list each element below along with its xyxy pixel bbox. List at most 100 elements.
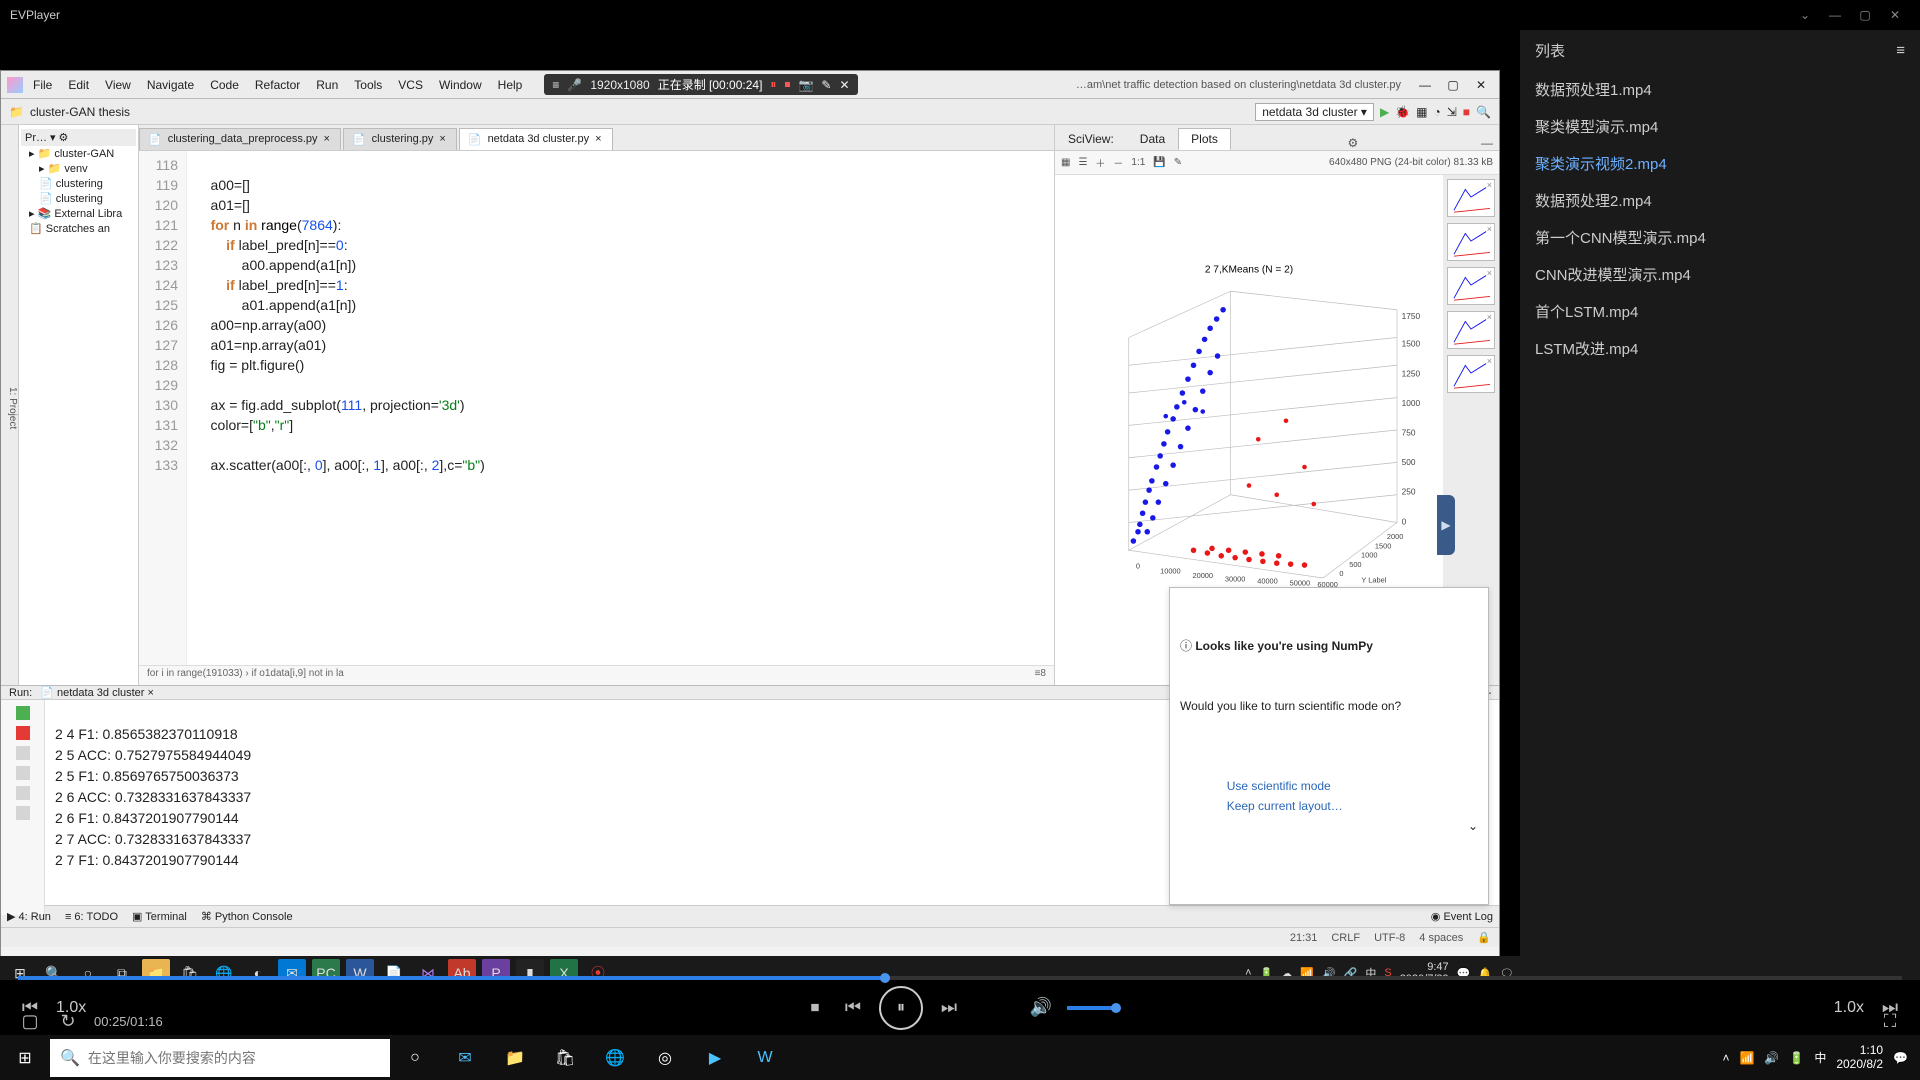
project-breadcrumb[interactable]: cluster-GAN thesis <box>30 105 130 119</box>
windows-start-icon[interactable]: ⊞ <box>0 1035 50 1080</box>
caret-position[interactable]: 21:31 <box>1290 932 1318 944</box>
window-icon[interactable]: ▢ <box>18 1009 42 1033</box>
fullscreen-icon[interactable]: ⛶ <box>1878 1009 1902 1033</box>
stop-icon[interactable]: ■ <box>1463 105 1470 119</box>
plot-thumbnail[interactable]: × <box>1447 267 1495 305</box>
stop-record-icon[interactable]: ⏹ <box>784 77 790 92</box>
search-icon[interactable]: 🔍 <box>1476 105 1491 119</box>
grid-icon[interactable]: ▦ <box>1061 157 1070 168</box>
tray-expand-icon[interactable]: ˄ <box>1722 1051 1729 1065</box>
overlay-close-icon[interactable]: ✕ <box>839 78 849 92</box>
file-encoding[interactable]: UTF-8 <box>1374 932 1405 944</box>
zoom-fit-icon[interactable]: 1:1 <box>1131 157 1145 168</box>
wifi-icon[interactable]: 📶 <box>1739 1051 1754 1065</box>
playlist-item[interactable]: 数据预处理1.mp4 <box>1520 71 1920 108</box>
battery-icon[interactable]: 🔋 <box>1789 1051 1804 1065</box>
tree-node[interactable]: ▸ 📚 External Libra <box>21 206 136 221</box>
chevron-down-icon[interactable]: ⌄ <box>1468 816 1478 836</box>
plot-thumbnail[interactable]: × <box>1447 355 1495 393</box>
menu-view[interactable]: View <box>99 78 137 92</box>
code-content[interactable]: a00=[] a01=[] for n in range(7864): if l… <box>187 151 1054 665</box>
plot-thumbnail[interactable]: × <box>1447 311 1495 349</box>
panel-expand-handle[interactable]: ▶ <box>1437 495 1455 555</box>
pencil-icon[interactable]: ✎ <box>821 78 831 92</box>
thumb-close-icon[interactable]: × <box>1487 180 1492 190</box>
tab-close-icon[interactable]: × <box>324 133 330 146</box>
attach-icon[interactable]: ⇲ <box>1447 105 1457 119</box>
thumb-close-icon[interactable]: × <box>1487 356 1492 366</box>
progress-track[interactable] <box>18 976 1902 980</box>
rerun-icon[interactable] <box>16 706 30 720</box>
pause-record-icon[interactable]: ⏸ <box>770 77 776 92</box>
obs-icon[interactable]: ◎ <box>640 1035 690 1080</box>
stop-icon[interactable]: ⏹ <box>803 996 827 1020</box>
menu-run[interactable]: Run <box>310 78 344 92</box>
prev-icon[interactable]: ⏮ <box>841 996 865 1020</box>
thumb-close-icon[interactable]: × <box>1487 312 1492 322</box>
tab-close-icon[interactable]: × <box>439 133 445 146</box>
up-icon[interactable] <box>16 766 30 780</box>
close-icon[interactable]: ✕ <box>1880 5 1910 25</box>
menu-vcs[interactable]: VCS <box>392 78 429 92</box>
plot-thumbnail[interactable]: × <box>1447 223 1495 261</box>
tree-node[interactable]: ▸ 📁 cluster-GAN <box>21 146 136 161</box>
thumb-close-icon[interactable]: × <box>1487 224 1492 234</box>
volume-slider[interactable] <box>1067 1006 1117 1010</box>
list-icon[interactable]: ☰ <box>1078 157 1087 168</box>
volume-icon[interactable]: 🔊 <box>1764 1051 1779 1065</box>
chrome-icon[interactable]: 🌐 <box>590 1035 640 1080</box>
coverage-icon[interactable]: ▦ <box>1416 105 1427 119</box>
mic-icon[interactable]: 🎤 <box>567 78 582 92</box>
thumb-close-icon[interactable]: × <box>1487 268 1492 278</box>
tree-node[interactable]: ▸ 📁 venv <box>21 161 136 176</box>
stop-icon[interactable] <box>16 726 30 740</box>
ime-icon[interactable]: 中 <box>1814 1049 1826 1066</box>
editor-tab[interactable]: 📄 clustering_data_preprocess.py × <box>139 128 341 150</box>
export-icon[interactable] <box>16 786 30 800</box>
menu-help[interactable]: Help <box>492 78 529 92</box>
run-icon[interactable]: ▶ <box>1380 105 1389 119</box>
search-input[interactable] <box>88 1050 380 1066</box>
run-tab[interactable]: 📄 netdata 3d cluster × <box>40 686 154 699</box>
debug-icon[interactable]: 🐞 <box>1395 105 1410 119</box>
playlist-item[interactable]: 首个LSTM.mp4 <box>1520 293 1920 330</box>
play-pause-button[interactable]: ⏸ <box>879 986 923 1030</box>
hamburger-icon[interactable]: ≡ <box>552 78 559 92</box>
use-scientific-link[interactable]: Use scientific mode <box>1227 779 1331 793</box>
ide-minimize-icon[interactable]: ― <box>1413 78 1437 92</box>
cortana-icon[interactable]: ○ <box>390 1035 440 1080</box>
sciview-tab-data[interactable]: Data <box>1127 128 1178 150</box>
menu-code[interactable]: Code <box>204 78 245 92</box>
menu-file[interactable]: File <box>27 78 58 92</box>
playlist-item[interactable]: LSTM改进.mp4 <box>1520 330 1920 367</box>
gear-icon[interactable]: ⚙ <box>1342 136 1365 150</box>
menu-navigate[interactable]: Navigate <box>141 78 200 92</box>
minimize-icon[interactable]: ― <box>1820 5 1850 25</box>
maximize-icon[interactable]: ▢ <box>1850 5 1880 25</box>
evplayer-icon[interactable]: ▶ <box>690 1035 740 1080</box>
ide-close-icon[interactable]: ✕ <box>1469 78 1493 92</box>
lock-icon[interactable]: 🔒 <box>1477 931 1491 944</box>
camera-icon[interactable]: 📷 <box>798 78 813 92</box>
indent-setting[interactable]: 4 spaces <box>1419 932 1463 944</box>
sciview-tab-plots[interactable]: Plots <box>1178 128 1231 150</box>
taskbar-search[interactable]: 🔍 <box>50 1039 390 1077</box>
save-icon[interactable]: 💾 <box>1153 157 1165 168</box>
playlist-item[interactable]: 聚类演示视频2.mp4 <box>1520 145 1920 182</box>
mail-icon[interactable]: ✉ <box>440 1035 490 1080</box>
zoom-out-icon[interactable]: － <box>1113 155 1123 170</box>
keep-layout-link[interactable]: Keep current layout… <box>1227 799 1343 813</box>
editor-tab[interactable]: 📄 clustering.py × <box>343 128 457 150</box>
next-icon[interactable]: ⏭ <box>937 996 961 1020</box>
menu-refactor[interactable]: Refactor <box>249 78 306 92</box>
tree-node[interactable]: 📋 Scratches an <box>21 221 136 236</box>
menu-window[interactable]: Window <box>433 78 488 92</box>
playlist-menu-icon[interactable]: ≡ <box>1896 42 1905 59</box>
playlist-item[interactable]: 数据预处理2.mp4 <box>1520 182 1920 219</box>
menu-tools[interactable]: Tools <box>348 78 388 92</box>
playlist-item[interactable]: 第一个CNN模型演示.mp4 <box>1520 219 1920 256</box>
hide-icon[interactable]: ― <box>1475 136 1499 150</box>
plot-thumbnail[interactable]: × <box>1447 179 1495 217</box>
volume-icon[interactable]: 🔊 <box>1029 996 1053 1020</box>
line-separator[interactable]: CRLF <box>1331 932 1360 944</box>
